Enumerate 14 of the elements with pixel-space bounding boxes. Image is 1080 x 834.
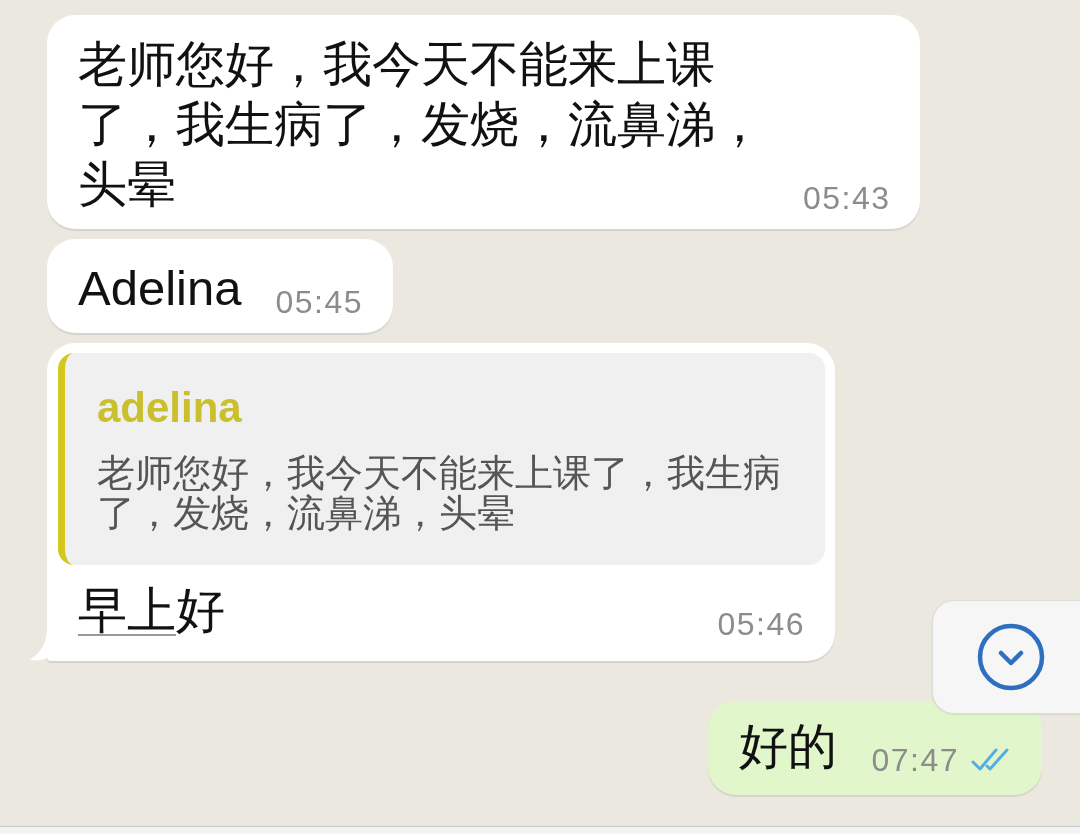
quote-author: adelina (97, 383, 243, 433)
message-time: 05:43 (802, 179, 891, 218)
message-time: 05:46 (717, 605, 805, 644)
message-link[interactable]: 早上 (78, 583, 176, 637)
chevron-circle-icon (977, 623, 1045, 691)
scroll-down-button[interactable] (932, 600, 1080, 714)
message-text: Adelina (78, 260, 242, 317)
quoted-message[interactable]: adelina 老师您好，我今天不能来上课了，我生病了，发烧，流鼻涕，头晕 (58, 353, 825, 565)
message-text: 好的 (739, 718, 838, 775)
message-time: 07:47 (871, 741, 959, 780)
quote-text: 老师您好，我今天不能来上课了，我生病了，发烧，流鼻涕，头晕 (97, 453, 782, 533)
message-text: 早上好 (78, 582, 225, 639)
message-text: 老师您好，我今天不能来上课了，我生病了，发烧，流鼻涕，头晕 (78, 36, 765, 213)
message-time: 05:45 (275, 283, 364, 322)
